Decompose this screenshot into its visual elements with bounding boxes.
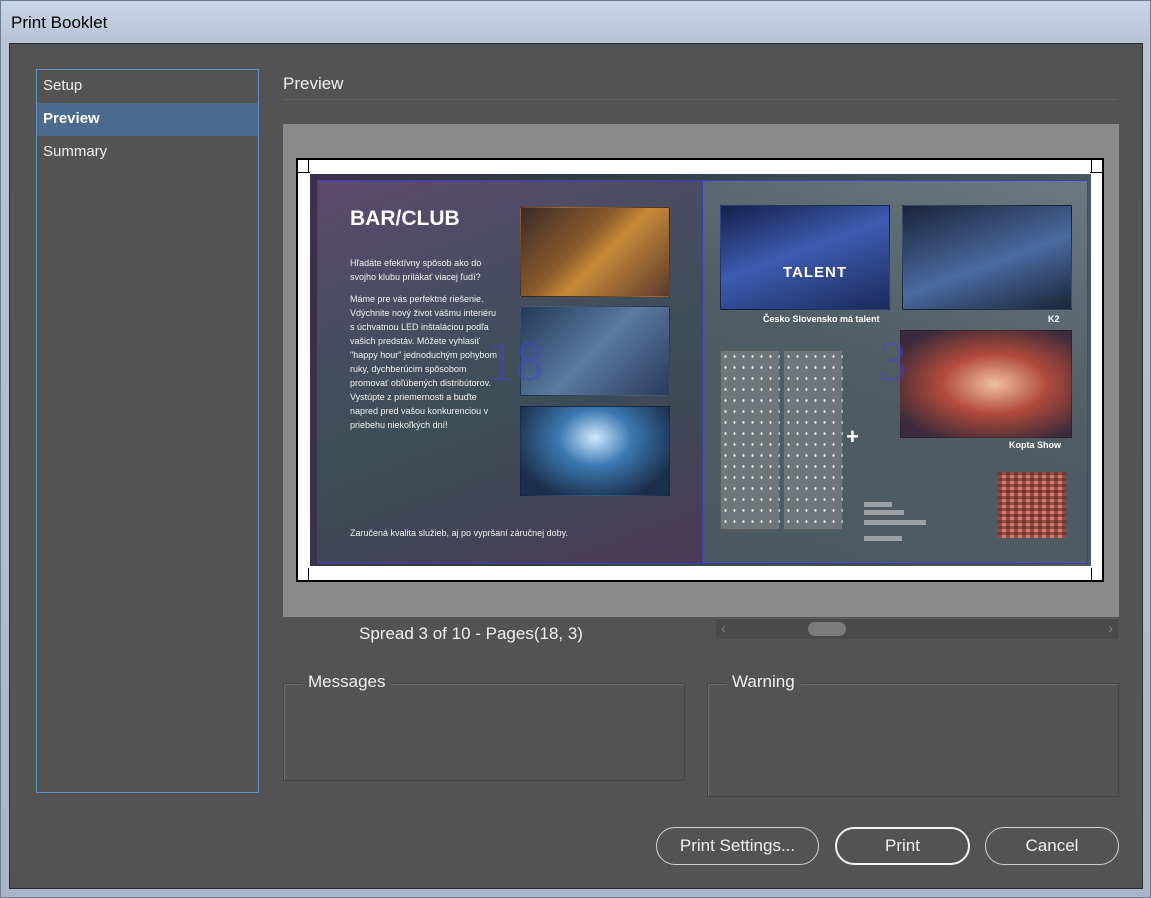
crop-mark: [298, 172, 310, 173]
messages-group: Messages: [283, 672, 685, 781]
scroll-right-icon[interactable]: ›: [1108, 620, 1113, 636]
preview-scrollbar[interactable]: ‹ ›: [716, 618, 1118, 639]
preview-paper: BAR/CLUB Hľadáte efektívny spôsob ako do…: [296, 158, 1104, 582]
section-title: Preview: [283, 74, 344, 93]
spread-label: Spread 3 of 10 - Pages(18, 3): [359, 624, 583, 643]
sidebar: Setup Preview Summary: [36, 69, 259, 793]
messages-label: Messages: [302, 672, 392, 692]
crop-mark: [308, 568, 309, 580]
warning-label: Warning: [726, 672, 801, 692]
fold-line: [702, 180, 703, 564]
crop-mark: [308, 160, 309, 172]
window-title: Print Booklet: [11, 13, 108, 32]
sidebar-item-summary[interactable]: Summary: [37, 136, 258, 169]
section-divider: [283, 99, 1118, 100]
sidebar-item-setup[interactable]: Setup: [37, 70, 258, 103]
scroll-left-icon[interactable]: ‹: [721, 620, 726, 636]
warning-group: Warning: [707, 672, 1119, 797]
crop-mark: [1090, 172, 1102, 173]
title-bar[interactable]: Print Booklet: [1, 1, 1151, 43]
print-settings-button[interactable]: Print Settings...: [656, 827, 819, 865]
crop-mark: [1091, 160, 1092, 172]
cancel-button[interactable]: Cancel: [985, 827, 1119, 865]
preview-area: BAR/CLUB Hľadáte efektívny spôsob ako do…: [283, 124, 1119, 617]
print-button[interactable]: Print: [835, 827, 970, 865]
sidebar-item-preview[interactable]: Preview: [37, 103, 258, 136]
dialog-body: Setup Preview Summary Preview BAR/CLUB H…: [9, 43, 1143, 889]
dialog-window: Print Booklet Setup Preview Summary Prev…: [0, 0, 1151, 898]
crop-mark: [1091, 568, 1092, 580]
scroll-thumb[interactable]: [808, 622, 846, 636]
booklet-spread: BAR/CLUB Hľadáte efektívny spôsob ako do…: [310, 174, 1091, 566]
